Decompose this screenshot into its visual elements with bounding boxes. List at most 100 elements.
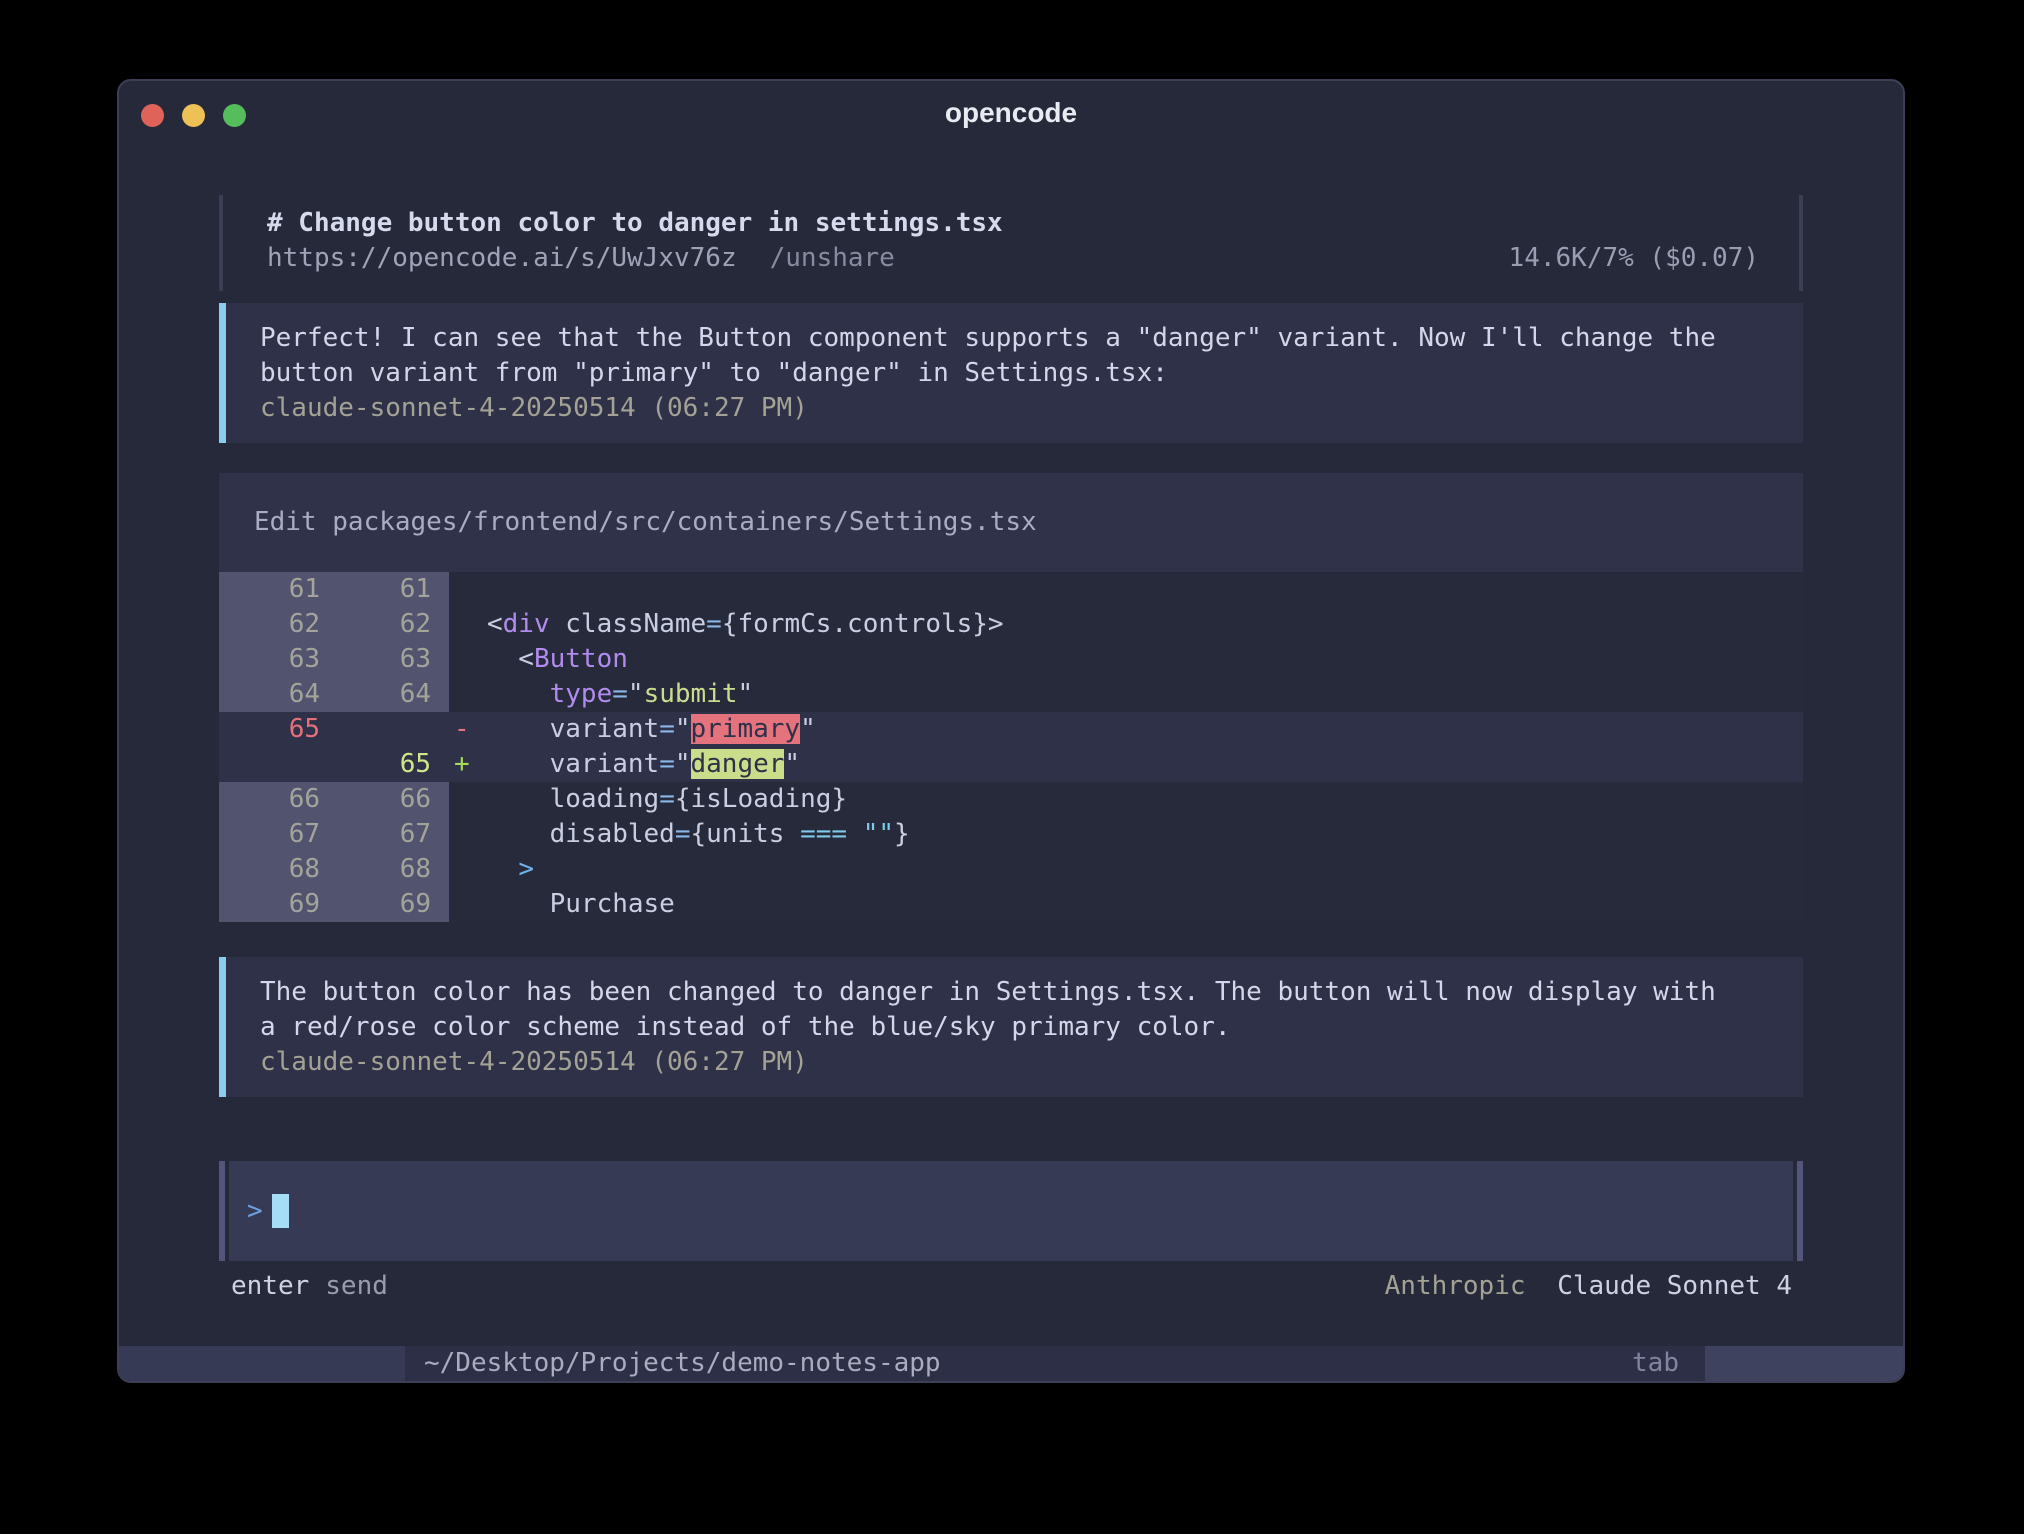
code-token: Purchase (487, 889, 675, 919)
code-token: " (784, 749, 800, 779)
line-number-gutter: 6161 (219, 572, 449, 607)
code-token: " (675, 749, 691, 779)
message-model-timestamp: claude-sonnet-4-20250514 (06:27 PM) (260, 1045, 1773, 1080)
code-token: "" (863, 819, 894, 849)
code-token: loading (487, 784, 659, 814)
diff-row: 6767 disabled={units === ""} (219, 817, 1803, 852)
enter-key-hint: enter (231, 1269, 309, 1304)
line-number-gutter: 65 (219, 712, 449, 747)
code-token: {formCs.controls}> (722, 609, 1004, 639)
diff-row: 6262 <div className={formCs.controls}> (219, 607, 1803, 642)
code-token: submit (644, 679, 738, 709)
code-line: Purchase (480, 887, 675, 922)
model-name: Claude Sonnet 4 (1557, 1271, 1792, 1301)
diff-row: 6666 loading={isLoading} (219, 782, 1803, 817)
diff-row: 6868 > (219, 852, 1803, 887)
old-line-number: 64 (219, 677, 336, 712)
mode-segment[interactable]: BUILD MODE (1705, 1346, 1903, 1381)
code-token: = (675, 819, 691, 849)
message-text-line: The button color has been changed to dan… (260, 975, 1773, 1010)
working-directory: ~/Desktop/Projects/demo-notes-app (424, 1346, 941, 1381)
line-number-gutter: 65 (219, 747, 449, 782)
added-value-highlight: danger (691, 749, 785, 779)
model-provider: Anthropic (1385, 1271, 1526, 1301)
new-line-number: 64 (336, 677, 449, 712)
unshare-command[interactable]: /unshare (770, 241, 895, 276)
new-line-number: 67 (336, 817, 449, 852)
old-line-number: 69 (219, 887, 336, 922)
diff-row: 6969 Purchase (219, 887, 1803, 922)
code-line: disabled={units === ""} (480, 817, 910, 852)
line-number-gutter: 6767 (219, 817, 449, 852)
prompt-chevron: > (247, 1194, 263, 1229)
new-line-number: 61 (336, 572, 449, 607)
code-token: type (550, 679, 613, 709)
new-line-number: 69 (336, 887, 449, 922)
code-token: " (800, 714, 816, 744)
code-line: > (480, 852, 534, 887)
text-cursor (272, 1194, 289, 1228)
code-token: = (659, 749, 675, 779)
line-number-gutter: 6464 (219, 677, 449, 712)
hint-row: enter send Anthropic Claude Sonnet 4 (219, 1269, 1803, 1304)
code-token: " (737, 679, 753, 709)
context-usage-stats: 14.6K/7% ($0.07) (1509, 241, 1759, 276)
code-token: = (659, 784, 675, 814)
code-token: } (894, 819, 910, 849)
assistant-message: Perfect! I can see that the Button compo… (219, 303, 1803, 443)
new-line-number: 63 (336, 642, 449, 677)
diff-change-marker (449, 572, 480, 607)
assistant-message: The button color has been changed to dan… (219, 957, 1803, 1097)
model-indicator: Anthropic Claude Sonnet 4 (1385, 1269, 1792, 1304)
diff-row: 65 - variant="primary" (219, 712, 1803, 747)
code-line: type="submit" (480, 677, 753, 712)
old-line-number: 63 (219, 642, 336, 677)
new-line-number: 62 (336, 607, 449, 642)
session-title: # Change button color to danger in setti… (267, 206, 1759, 241)
diff-change-marker (449, 607, 480, 642)
code-token: " (675, 714, 691, 744)
code-token: = (612, 679, 628, 709)
line-number-gutter: 6969 (219, 887, 449, 922)
tab-key-hint[interactable]: tab (1632, 1346, 1679, 1381)
diff-change-marker (449, 782, 480, 817)
code-token: === (800, 819, 847, 849)
message-text-line: button variant from "primary" to "danger… (260, 356, 1773, 391)
code-token (487, 854, 518, 884)
diff-change-marker: + (449, 747, 480, 782)
code-line: <div className={formCs.controls}> (480, 607, 1004, 642)
old-line-number: 65 (219, 712, 336, 747)
diff-row: 6363 <Button (219, 642, 1803, 677)
diff-change-marker: - (449, 712, 480, 747)
opencode-terminal-window: opencode # Change button color to danger… (117, 79, 1905, 1383)
new-line-number (336, 712, 449, 747)
code-token: " (628, 679, 644, 709)
share-url-link[interactable]: https://opencode.ai/s/UwJxv76z (267, 241, 737, 276)
diff-row: 65+ variant="danger" (219, 747, 1803, 782)
old-line-number: 67 (219, 817, 336, 852)
line-number-gutter: 6666 (219, 782, 449, 817)
code-line: <Button (480, 642, 628, 677)
code-token (847, 819, 863, 849)
old-line-number: 68 (219, 852, 336, 887)
line-number-gutter: 6262 (219, 607, 449, 642)
prompt-input[interactable]: > (219, 1161, 1803, 1261)
code-token: variant (487, 749, 659, 779)
new-line-number: 66 (336, 782, 449, 817)
input-text-area[interactable]: > (229, 1161, 1793, 1261)
code-token: Button (534, 644, 628, 674)
diff-change-marker (449, 677, 480, 712)
old-line-number (219, 747, 336, 782)
message-text-line: Perfect! I can see that the Button compo… (260, 321, 1773, 356)
removed-value-highlight: primary (691, 714, 801, 744)
message-text-line: a red/rose color scheme instead of the b… (260, 1010, 1773, 1045)
app-version-segment: opencode v0.3.11 (119, 1346, 405, 1381)
message-model-timestamp: claude-sonnet-4-20250514 (06:27 PM) (260, 391, 1773, 426)
code-line: variant="danger" (480, 747, 800, 782)
main-content: # Change button color to danger in setti… (119, 195, 1903, 1304)
code-token: > (518, 854, 534, 884)
code-line: variant="primary" (480, 712, 816, 747)
old-line-number: 62 (219, 607, 336, 642)
code-token: {isLoading} (675, 784, 847, 814)
diff-row: 6464 type="submit" (219, 677, 1803, 712)
